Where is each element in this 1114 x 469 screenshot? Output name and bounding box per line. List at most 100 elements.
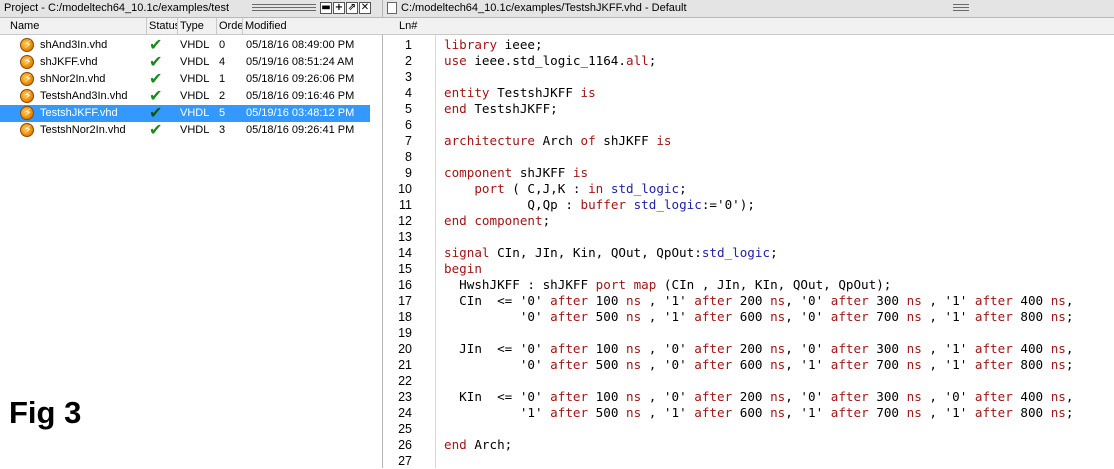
project-pane: Project - C:/modeltech64_10.1c/examples/… <box>0 0 383 468</box>
file-type: VHDL <box>180 90 210 102</box>
code-line[interactable]: 7 architecture Arch of shJKFF is <box>383 133 1114 149</box>
file-order: 3 <box>219 124 226 136</box>
code-text: component shJKFF is <box>444 165 589 180</box>
undock-button[interactable]: ⇗ <box>346 2 358 14</box>
drag-grip[interactable] <box>252 4 316 13</box>
file-order: 2 <box>219 90 226 102</box>
file-row[interactable]: ⚡ TestshAnd3In.vhd ✔ VHDL 2 05/18/16 09:16:46… <box>0 86 370 105</box>
line-number: 24 <box>398 406 412 420</box>
line-number-header: Ln# <box>383 18 1114 35</box>
line-number: 9 <box>405 166 412 180</box>
column-order[interactable]: Order <box>217 18 243 34</box>
code-line[interactable]: 11 Q,Qp : buffer std_logic:='0'); <box>383 197 1114 213</box>
code-line[interactable]: 20 JIn <= '0' after 100 ns , '0' after 2… <box>383 341 1114 357</box>
check-icon: ✔ <box>149 103 163 122</box>
code-line[interactable]: 3 <box>383 69 1114 85</box>
code-line[interactable]: 14 signal CIn, JIn, Kin, QOut, QpOut:std_… <box>383 245 1114 261</box>
add-button[interactable]: + <box>333 2 345 14</box>
column-modified[interactable]: Modified <box>243 18 383 34</box>
vhdl-file-icon: ⚡ <box>20 55 34 69</box>
document-icon <box>387 2 397 14</box>
file-row[interactable]: ⚡ shAnd3In.vhd ✔ VHDL 0 05/18/16 08:49:00 PM <box>0 36 370 54</box>
file-order: 4 <box>219 56 226 68</box>
file-row[interactable]: ⚡ TestshJKFF.vhd ✔ VHDL 5 05/19/16 03:48:12 P… <box>0 103 370 122</box>
code-text: CIn <= '0' after 100 ns , '1' after 200 … <box>444 293 1074 308</box>
minimize-button[interactable]: ▬ <box>320 2 332 14</box>
project-title-bar[interactable]: Project - C:/modeltech64_10.1c/examples/… <box>0 0 382 18</box>
check-icon: ✔ <box>149 69 163 88</box>
line-number: 15 <box>398 262 412 276</box>
code-text: '0' after 500 ns , '1' after 600 ns, '0'… <box>444 309 1074 324</box>
code-text: end Arch; <box>444 437 513 452</box>
code-line[interactable]: 24 '1' after 500 ns , '1' after 600 ns, … <box>383 405 1114 421</box>
line-number: 1 <box>405 38 412 52</box>
project-title: Project - C:/modeltech64_10.1c/examples/… <box>4 2 230 14</box>
line-number: 14 <box>398 246 412 260</box>
vhdl-file-icon: ⚡ <box>20 38 34 52</box>
check-icon: ✔ <box>149 86 163 105</box>
file-type: VHDL <box>180 107 210 119</box>
code-line[interactable]: 21 '0' after 500 ns , '0' after 600 ns, … <box>383 357 1114 373</box>
check-icon: ✔ <box>149 120 163 139</box>
code-line[interactable]: 10 port ( C,J,K : in std_logic; <box>383 181 1114 197</box>
file-row[interactable]: ⚡ shNor2In.vhd ✔ VHDL 1 05/18/16 09:26:06 PM <box>0 69 370 88</box>
file-row[interactable]: ⚡ shJKFF.vhd ✔ VHDL 4 05/19/16 08:51:24 AM <box>0 53 370 71</box>
code-line[interactable]: 25 <box>383 421 1114 437</box>
file-type: VHDL <box>180 56 210 68</box>
code-line[interactable]: 4 entity TestshJKFF is <box>383 85 1114 101</box>
code-line[interactable]: 13 <box>383 229 1114 245</box>
column-status[interactable]: Status <box>147 18 178 34</box>
code-text: begin <box>444 261 482 276</box>
code-text: HwshJKFF : shJKFF port map (CIn , JIn, K… <box>444 277 892 292</box>
code-line[interactable]: 12 end component; <box>383 213 1114 229</box>
vhdl-file-icon: ⚡ <box>20 123 34 137</box>
drag-grip[interactable] <box>953 4 969 13</box>
line-number: 18 <box>398 310 412 324</box>
file-name: shNor2In.vhd <box>40 73 106 85</box>
code-text: use ieee.std_logic_1164.all; <box>444 53 657 68</box>
file-type: VHDL <box>180 39 210 51</box>
file-modified: 05/18/16 09:26:06 PM <box>246 73 355 85</box>
code-line[interactable]: 17 CIn <= '0' after 100 ns , '1' after 2… <box>383 293 1114 309</box>
close-button[interactable]: ✕ <box>359 2 371 14</box>
column-header-row: Name Status Type Order Modified <box>0 18 383 35</box>
source-title: C:/modeltech64_10.1c/examples/TestshJKFF… <box>401 2 687 14</box>
code-line[interactable]: 5 end TestshJKFF; <box>383 101 1114 117</box>
line-number: 10 <box>398 182 412 196</box>
column-type[interactable]: Type <box>178 18 217 34</box>
file-modified: 05/18/16 09:16:46 PM <box>246 90 355 102</box>
line-number: 23 <box>398 390 412 404</box>
code-text: end TestshJKFF; <box>444 101 558 116</box>
code-line[interactable]: 9 component shJKFF is <box>383 165 1114 181</box>
code-line[interactable]: 18 '0' after 500 ns , '1' after 600 ns, … <box>383 309 1114 325</box>
code-line[interactable]: 1 library ieee; <box>383 37 1114 53</box>
file-modified: 05/18/16 09:26:41 PM <box>246 124 355 136</box>
column-name[interactable]: Name <box>0 18 147 34</box>
line-number: 22 <box>398 374 412 388</box>
code-line[interactable]: 26 end Arch; <box>383 437 1114 453</box>
line-number: 26 <box>398 438 412 452</box>
code-line[interactable]: 19 <box>383 325 1114 341</box>
line-number: 5 <box>405 102 412 116</box>
code-line[interactable]: 6 <box>383 117 1114 133</box>
line-number: 17 <box>398 294 412 308</box>
code-line[interactable]: 27 <box>383 453 1114 469</box>
code-line[interactable]: 8 <box>383 149 1114 165</box>
code-line[interactable]: 16 HwshJKFF : shJKFF port map (CIn , JIn… <box>383 277 1114 293</box>
code-text: Q,Qp : buffer std_logic:='0'); <box>444 197 755 212</box>
line-number: 2 <box>405 54 412 68</box>
code-text: architecture Arch of shJKFF is <box>444 133 672 148</box>
file-row[interactable]: ⚡ TestshNor2In.vhd ✔ VHDL 3 05/18/16 09:26:41… <box>0 120 370 139</box>
code-text: signal CIn, JIn, Kin, QOut, QpOut:std_lo… <box>444 245 778 260</box>
source-title-bar[interactable]: C:/modeltech64_10.1c/examples/TestshJKFF… <box>383 0 1114 18</box>
line-number-label: Ln# <box>399 20 418 32</box>
code-line[interactable]: 15 begin <box>383 261 1114 277</box>
line-number: 8 <box>405 150 412 164</box>
code-line[interactable]: 2 use ieee.std_logic_1164.all; <box>383 53 1114 69</box>
code-text: KIn <= '0' after 100 ns , '0' after 200 … <box>444 389 1074 404</box>
line-number: 11 <box>399 198 412 212</box>
code-line[interactable]: 22 <box>383 373 1114 389</box>
line-number: 27 <box>398 454 412 468</box>
code-line[interactable]: 23 KIn <= '0' after 100 ns , '0' after 2… <box>383 389 1114 405</box>
line-number: 20 <box>398 342 412 356</box>
